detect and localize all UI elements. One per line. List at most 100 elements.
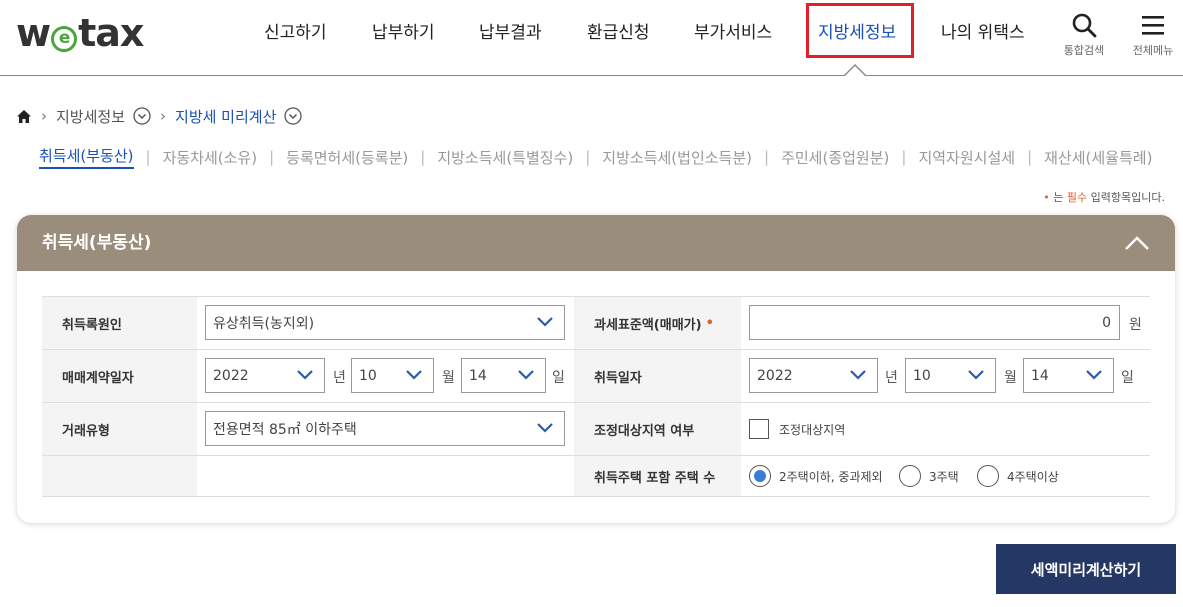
logo-text-post: tax bbox=[78, 11, 144, 55]
required-note-keyword: 필수 bbox=[1066, 191, 1088, 204]
logo-e-mark: e bbox=[51, 26, 78, 52]
acq-day-value: 14 bbox=[1031, 367, 1049, 384]
adjusted-area-checkbox-label[interactable]: 조정대상지역 bbox=[779, 421, 845, 438]
empty-label-cell bbox=[42, 456, 197, 496]
tab-regional-resource-tax[interactable]: 지역자원시설세 bbox=[918, 147, 1015, 168]
tab-divider: | bbox=[145, 148, 151, 166]
nav-pay[interactable]: 납부하기 bbox=[372, 20, 435, 46]
tab-divider: | bbox=[764, 148, 770, 166]
search-label: 통합검색 bbox=[1063, 44, 1105, 57]
wetax-logo[interactable]: w e tax bbox=[16, 10, 144, 56]
trade-type-label: 거래유형 bbox=[42, 403, 197, 455]
calculate-tax-button[interactable]: 세액미리계산하기 bbox=[996, 544, 1176, 594]
tax-type-tabs: 취득세(부동산) | 자동차세(소유) | 등록면허세(등록분) | 지방소득세… bbox=[39, 145, 1152, 169]
base-amount-input[interactable]: 0 bbox=[749, 305, 1120, 340]
contract-year-select[interactable]: 2022 bbox=[205, 358, 325, 393]
required-note-pre: 는 bbox=[1053, 191, 1064, 204]
chevron-down-icon bbox=[537, 317, 553, 327]
contract-day-select[interactable]: 14 bbox=[461, 358, 546, 393]
chevron-down-icon bbox=[537, 423, 553, 433]
tab-divider: | bbox=[1027, 148, 1033, 166]
contract-month-value: 10 bbox=[359, 367, 377, 384]
logo-text-pre: w bbox=[16, 11, 51, 55]
nav-extra-services[interactable]: 부가서비스 bbox=[694, 20, 772, 46]
acq-month-select[interactable]: 10 bbox=[905, 358, 996, 393]
house-count-option-label[interactable]: 2주택이하, 중과제외 bbox=[779, 468, 883, 485]
chevron-up-icon[interactable] bbox=[1123, 233, 1151, 253]
base-amount-unit: 원 bbox=[1129, 317, 1142, 333]
chevron-down-icon bbox=[1086, 370, 1102, 380]
breadcrumb-separator-icon: › bbox=[160, 107, 167, 125]
form-row: 취득주택 포함 주택 수 2주택이하, 중과제외 3주택 4주택이상 bbox=[42, 455, 1150, 497]
tab-local-income-tax-corporate[interactable]: 지방소득세(법인소득분) bbox=[602, 147, 752, 168]
tab-divider: | bbox=[269, 148, 275, 166]
trade-type-value: 전용면적 85㎡ 이하주택 bbox=[213, 421, 357, 438]
chevron-down-circle-icon[interactable] bbox=[284, 107, 303, 125]
required-field-note: • 는 필수 입력항목입니다. bbox=[1043, 189, 1165, 205]
house-count-radio-4-or-more[interactable] bbox=[977, 465, 999, 487]
acq-date-label: 취득일자 bbox=[574, 350, 741, 402]
search-icon bbox=[1072, 13, 1097, 38]
tab-vehicle-tax[interactable]: 자동차세(소유) bbox=[163, 147, 258, 168]
calc-form: 취득록원인 유상취득(농지외) 과세표준액(매매가) • 0 원 매매계약일자 2… bbox=[42, 296, 1150, 497]
panel-title: 취득세(부동산) bbox=[42, 233, 152, 253]
form-row: 취득록원인 유상취득(농지외) 과세표준액(매매가) • 0 원 bbox=[42, 296, 1150, 349]
required-dot: • bbox=[705, 315, 714, 331]
acq-year-select[interactable]: 2022 bbox=[749, 358, 878, 393]
base-amount-value: 0 bbox=[1102, 314, 1111, 331]
day-unit: 일 bbox=[1121, 370, 1134, 386]
tab-resident-tax-employee[interactable]: 주민세(종업원분) bbox=[781, 147, 889, 168]
house-count-radio-3[interactable] bbox=[899, 465, 921, 487]
year-unit: 년 bbox=[333, 370, 346, 386]
tab-property-tax-special[interactable]: 재산세(세율특례) bbox=[1044, 147, 1152, 168]
all-menu-label: 전체메뉴 bbox=[1132, 44, 1174, 57]
home-icon[interactable] bbox=[16, 109, 32, 124]
calc-panel: 취득세(부동산) 취득록원인 유상취득(농지외) 과세표준액(매매가) • 0 원… bbox=[17, 215, 1175, 523]
form-row: 거래유형 전용면적 85㎡ 이하주택 조정대상지역 여부 조정대상지역 bbox=[42, 402, 1150, 455]
hamburger-icon bbox=[1142, 16, 1164, 35]
search-button[interactable]: 통합검색 bbox=[1060, 12, 1108, 58]
nav-refund[interactable]: 환급신청 bbox=[587, 20, 650, 46]
house-count-radio-2-or-less[interactable] bbox=[749, 465, 771, 487]
adjusted-area-checkbox[interactable] bbox=[749, 419, 769, 439]
year-unit: 년 bbox=[885, 370, 898, 386]
month-unit: 월 bbox=[442, 370, 455, 386]
chevron-down-icon bbox=[518, 370, 534, 380]
house-count-label: 취득주택 포함 주택 수 bbox=[574, 456, 741, 496]
breadcrumb-level2[interactable]: 지방세 미리계산 bbox=[175, 106, 276, 127]
house-count-option-label[interactable]: 4주택이상 bbox=[1007, 468, 1059, 485]
contract-date-label: 매매계약일자 bbox=[42, 350, 197, 402]
chevron-down-icon bbox=[850, 370, 866, 380]
trade-type-select[interactable]: 전용면적 85㎡ 이하주택 bbox=[205, 411, 565, 446]
month-unit: 월 bbox=[1004, 370, 1017, 386]
active-nav-caret-fill bbox=[844, 66, 866, 77]
chevron-down-icon bbox=[968, 370, 984, 380]
nav-my-wetax[interactable]: 나의 위택스 bbox=[941, 20, 1025, 46]
reason-value: 유상취득(농지외) bbox=[213, 315, 315, 332]
tab-local-income-tax-withholding[interactable]: 지방소득세(특별징수) bbox=[437, 147, 573, 168]
nav-report[interactable]: 신고하기 bbox=[264, 20, 327, 46]
adjusted-area-label: 조정대상지역 여부 bbox=[574, 403, 741, 455]
acq-day-select[interactable]: 14 bbox=[1023, 358, 1114, 393]
breadcrumb-level1[interactable]: 지방세정보 bbox=[56, 106, 125, 127]
chevron-down-icon bbox=[297, 370, 313, 380]
nav-pay-result[interactable]: 납부결과 bbox=[479, 20, 542, 46]
tab-acquisition-tax-realestate[interactable]: 취득세(부동산) bbox=[39, 145, 134, 169]
panel-header[interactable]: 취득세(부동산) bbox=[17, 215, 1175, 271]
required-note-post: 입력항목입니다. bbox=[1090, 191, 1165, 204]
contract-month-select[interactable]: 10 bbox=[351, 358, 434, 393]
contract-year-value: 2022 bbox=[213, 367, 249, 384]
tab-registration-license-tax[interactable]: 등록면허세(등록분) bbox=[286, 147, 408, 168]
breadcrumb-separator-icon: › bbox=[41, 107, 47, 125]
site-header: w e tax 신고하기 납부하기 납부결과 환급신청 부가서비스 지방세정보 나의… bbox=[0, 0, 1183, 76]
tab-divider: | bbox=[585, 148, 591, 166]
house-count-option-label[interactable]: 3주택 bbox=[929, 468, 959, 485]
contract-day-value: 14 bbox=[469, 367, 487, 384]
reason-label: 취득록원인 bbox=[42, 297, 197, 349]
chevron-down-circle-icon[interactable] bbox=[133, 107, 151, 125]
acq-month-value: 10 bbox=[913, 367, 931, 384]
reason-select[interactable]: 유상취득(농지외) bbox=[205, 305, 565, 340]
base-amount-label: 과세표준액(매매가) • bbox=[574, 297, 741, 349]
required-dot: • bbox=[1043, 191, 1050, 204]
all-menu-button[interactable]: 전체메뉴 bbox=[1130, 12, 1176, 58]
